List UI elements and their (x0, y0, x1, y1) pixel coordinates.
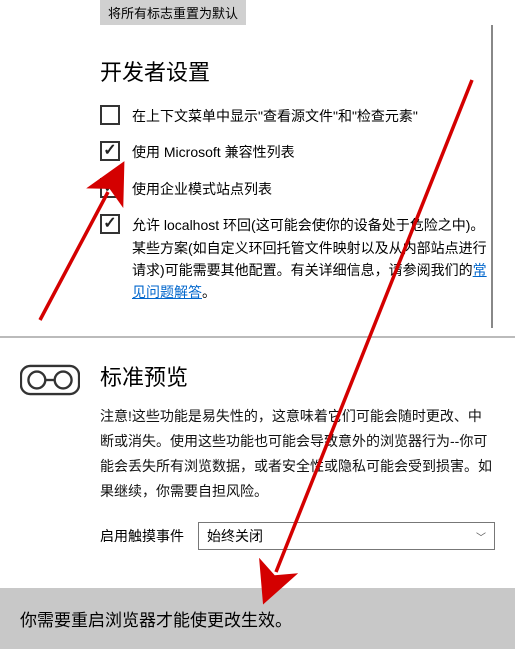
option-enterprise-mode[interactable]: 使用企业模式站点列表 (100, 178, 495, 200)
standard-preview-section: 标准预览 注意!这些功能是易失性的，这意味着它们可能会随时更改、中断或消失。使用… (0, 350, 515, 571)
option-localhost-loopback[interactable]: 允许 localhost 环回(这可能会使你的设备处于危险之中)。某些方案(如自… (100, 214, 495, 304)
dev-settings-section: 开发者设置 在上下文菜单中显示"查看源文件"和"检查元素" 使用 Microso… (0, 25, 515, 328)
reset-flags-banner[interactable]: 将所有标志重置为默认 (100, 0, 246, 25)
touch-events-select[interactable]: 始终关闭 ﹀ (198, 522, 495, 550)
option-view-source[interactable]: 在上下文菜单中显示"查看源文件"和"检查元素" (100, 105, 495, 127)
section-divider (0, 336, 515, 338)
select-value: 始终关闭 (207, 526, 263, 546)
restart-required-banner: 你需要重启浏览器才能使更改生效。 (0, 588, 515, 649)
vertical-scrollbar[interactable] (491, 25, 493, 328)
option-label: 在上下文菜单中显示"查看源文件"和"检查元素" (132, 105, 418, 127)
checkbox-unchecked-icon[interactable] (100, 105, 120, 125)
preview-title: 标准预览 (100, 360, 495, 392)
goggles-icon (20, 364, 80, 399)
option-ms-compat-list[interactable]: 使用 Microsoft 兼容性列表 (100, 141, 495, 163)
checkbox-checked-icon[interactable] (100, 214, 120, 234)
checkbox-checked-icon[interactable] (100, 141, 120, 161)
option-label: 允许 localhost 环回(这可能会使你的设备处于危险之中)。某些方案(如自… (132, 214, 495, 304)
option-label: 使用 Microsoft 兼容性列表 (132, 141, 295, 163)
checkbox-checked-icon[interactable] (100, 178, 120, 198)
chevron-down-icon: ﹀ (476, 529, 486, 544)
preview-description: 注意!这些功能是易失性的，这意味着它们可能会随时更改、中断或消失。使用这些功能也… (100, 404, 495, 505)
dev-settings-title: 开发者设置 (100, 55, 495, 87)
touch-events-label: 启用触摸事件 (100, 526, 184, 546)
option-label: 使用企业模式站点列表 (132, 178, 272, 200)
